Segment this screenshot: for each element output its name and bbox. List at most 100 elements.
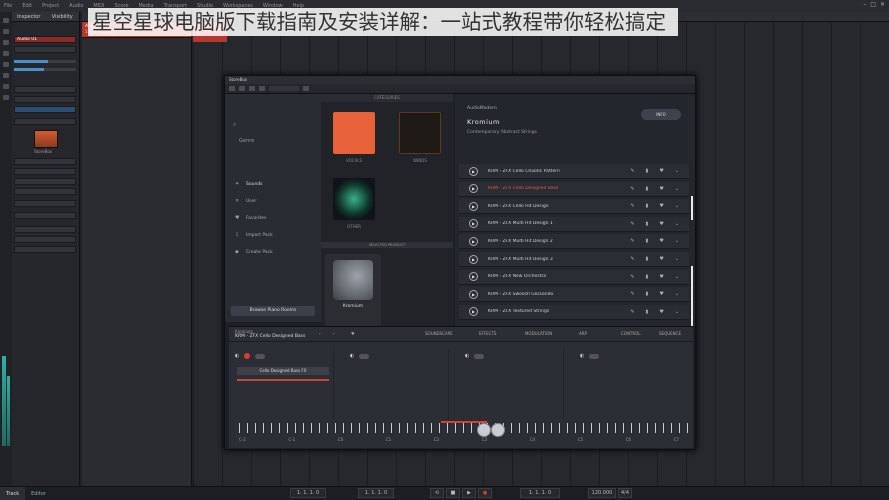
tool-icon[interactable] [3,18,9,23]
edit-icon[interactable]: ✎ [630,238,634,244]
minimize-icon[interactable]: – [863,1,866,8]
nav-item-create-pack[interactable]: ◆ Create Pack [235,250,273,256]
pan-slider[interactable] [14,68,76,71]
chevron-down-icon[interactable]: ⌄ [675,256,679,262]
search-icon[interactable]: ⌕ [233,121,236,129]
preset-row[interactable]: ▶ KRM - ZFX Cello Designed Bass ✎ ▮ ♥ ⌄ [459,181,689,197]
browse-button[interactable]: Browse Piano Rooms [231,306,315,316]
mute-icon[interactable]: ◐ [580,353,584,359]
scrollbar[interactable] [691,196,693,220]
preset-row[interactable]: ▶ KRM - ZFX Cello Hit Design ✎ ▮ ♥ ⌄ [459,199,689,215]
macro-knob[interactable] [477,423,491,437]
heart-icon[interactable]: ♥ [659,274,663,280]
write-icon[interactable] [249,86,255,91]
position-display[interactable]: 1. 1. 1. 0 [520,488,560,498]
keyboard[interactable] [239,419,689,447]
maximize-icon[interactable]: □ [870,1,876,8]
layer-toggle[interactable] [255,353,266,359]
power-icon[interactable] [229,86,235,91]
next-arrow-icon[interactable]: › [333,331,335,336]
tool-icon[interactable] [3,62,9,67]
tool-icon[interactable] [3,51,9,56]
inspector-row[interactable] [14,106,76,113]
genre-dropdown[interactable]: Genre [239,138,254,144]
trash-icon[interactable]: ▮ [646,221,649,227]
edit-icon[interactable]: ✎ [630,291,634,297]
chevron-down-icon[interactable]: ⌄ [675,274,679,280]
record-icon[interactable]: ● [478,488,492,498]
stop-icon[interactable]: ■ [446,488,460,498]
mute-icon[interactable]: ◐ [350,353,354,359]
edit-icon[interactable]: ✎ [630,274,634,280]
edit-icon[interactable]: ✎ [630,203,634,209]
layer-level-bar[interactable] [237,379,329,381]
heart-icon[interactable]: ♥ [351,331,355,336]
inspector-row[interactable] [14,86,76,93]
trash-icon[interactable]: ▮ [646,274,649,280]
edit-icon[interactable]: ✎ [630,186,634,192]
heart-icon[interactable]: ♥ [659,238,663,244]
inspector-track-name[interactable]: Audio 01 [14,36,76,43]
chevron-down-icon[interactable]: ⌄ [675,309,679,315]
tab-inspector[interactable]: Inspector [12,12,46,21]
mute-icon[interactable]: ◐ [465,353,469,359]
inspector-row[interactable] [14,246,76,253]
edit-icon[interactable]: ✎ [630,309,634,315]
preset-row[interactable]: ▶ KRM - ZFX Cello Chaotic Pattern ✎ ▮ ♥ ⌄ [459,164,689,179]
inspector-row[interactable] [14,188,76,195]
inspector-row[interactable] [14,212,76,219]
play-icon[interactable]: ▶ [469,166,478,176]
info-button[interactable]: INFO [641,109,681,120]
preset-row[interactable]: ▶ KRM - ZFX Textured Strings ✎ ▮ ♥ ⌄ [459,304,689,320]
modulation-button[interactable]: MODULATION [525,331,552,336]
heart-icon[interactable]: ♥ [659,221,663,227]
play-icon[interactable]: ▶ [469,289,478,299]
selected-product-card[interactable]: Kromium [325,254,381,326]
inspector-row[interactable] [14,178,76,185]
trash-icon[interactable]: ▮ [646,238,649,244]
inspector-row[interactable] [14,96,76,103]
play-icon[interactable]: ▶ [469,307,478,317]
play-icon[interactable]: ▶ [469,272,478,282]
chevron-down-icon[interactable]: ⌄ [675,186,679,192]
record-icon[interactable] [244,353,251,359]
left-locator[interactable]: 1. 1. 1. 0 [290,488,326,498]
heart-icon[interactable]: ♥ [659,203,663,209]
play-icon[interactable]: ▶ [469,236,478,246]
arp-button[interactable]: ARP [579,331,587,336]
volume-slider[interactable] [14,60,76,63]
close-icon[interactable]: ✕ [880,1,885,8]
tab-track[interactable]: Track [0,487,26,500]
tool-icon[interactable] [3,95,9,100]
inspector-row[interactable] [14,158,76,165]
menu-item[interactable]: Project [42,3,59,9]
layer-toggle[interactable] [359,353,370,359]
chevron-down-icon[interactable]: ⌄ [675,203,679,209]
inspector-row[interactable] [14,236,76,243]
preset-row[interactable]: ▶ KRM - ZFX Multi Hit Design 2 ✎ ▮ ♥ ⌄ [459,234,689,250]
nav-item-favorites[interactable]: ♥ Favorites [235,216,266,222]
play-icon[interactable]: ▶ [469,184,478,194]
menu-item[interactable]: File [4,3,12,9]
category-winds[interactable] [399,112,441,154]
read-icon[interactable] [239,86,245,91]
nav-item-sounds[interactable]: ✦ Sounds [235,182,263,188]
heart-icon[interactable]: ♥ [659,168,663,174]
chevron-down-icon[interactable]: ⌄ [675,168,679,174]
preset-row[interactable]: ▶ KRM - ZFX New Orchestra ✎ ▮ ♥ ⌄ [459,269,689,285]
trash-icon[interactable]: ▮ [646,168,649,174]
trash-icon[interactable]: ▮ [646,256,649,262]
scrollbar[interactable] [691,266,693,326]
tool-icon[interactable] [3,40,9,45]
category-other[interactable] [333,178,375,220]
tab-editor[interactable]: Editor [25,487,52,500]
preset-row[interactable]: ▶ KRM - ZFX Swoosh Glissando ✎ ▮ ♥ ⌄ [459,287,689,303]
instrument-thumbnail[interactable] [34,130,58,148]
chevron-down-icon[interactable]: ⌄ [675,221,679,227]
trash-icon[interactable]: ▮ [646,186,649,192]
tool-icon[interactable] [3,84,9,89]
tab-visibility[interactable]: Visibility [45,12,79,21]
soundscape-button[interactable]: SOUNDSCAPE [425,331,453,336]
layer-name[interactable]: Cello Designed Bass FX [237,367,329,375]
tool-icon[interactable] [3,73,9,78]
